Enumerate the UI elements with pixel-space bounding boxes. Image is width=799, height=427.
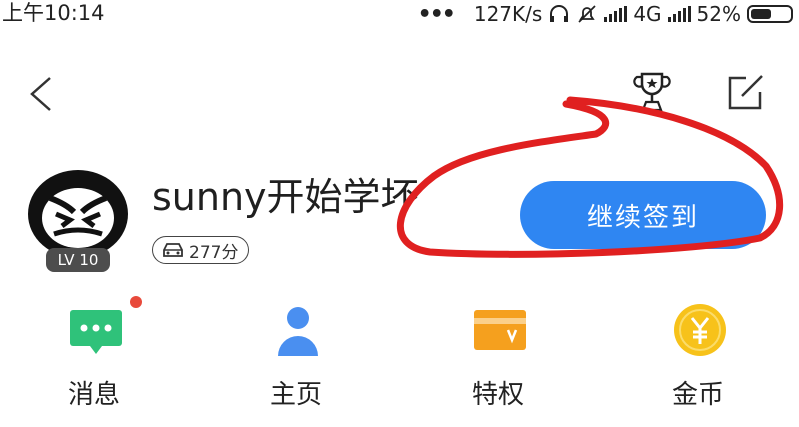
feature-label-coins: 金币	[671, 380, 724, 410]
trophy-icon[interactable]	[632, 70, 672, 114]
battery-fill	[751, 9, 771, 19]
signal-icon-2	[667, 6, 691, 22]
signal-icon	[604, 6, 628, 22]
feature-label-homepage: 主页	[269, 380, 322, 410]
more-notifications-icon: •••	[417, 1, 456, 27]
score-value: 277分	[189, 242, 239, 263]
battery-percent: 52%	[696, 2, 741, 26]
vip-card-icon	[474, 310, 526, 350]
net-speed: 127K/s	[473, 2, 543, 26]
message-icon	[70, 310, 122, 354]
car-icon	[163, 243, 183, 257]
back-icon[interactable]	[26, 74, 56, 114]
network-type: 4G	[633, 2, 662, 26]
person-icon	[278, 307, 318, 356]
feature-label-messages: 消息	[67, 380, 120, 410]
level-badge: LV 10	[46, 248, 110, 272]
status-bar: 上午10:14 ••• 127K/s 4G 52%	[0, 0, 799, 30]
score-badge[interactable]: 277分	[152, 236, 250, 264]
avatar[interactable]	[26, 168, 130, 260]
status-time: 上午10:14	[2, 1, 105, 25]
checkin-button[interactable]: 继续签到	[520, 181, 766, 249]
headphones-icon	[550, 5, 569, 22]
mute-bell-icon	[578, 5, 596, 23]
status-indicators: ••• 127K/s 4G 52%	[417, 1, 793, 27]
edit-icon[interactable]	[724, 72, 766, 114]
coin-icon	[674, 304, 726, 356]
feature-label-privileges: 特权	[471, 380, 524, 410]
battery-icon	[747, 5, 793, 23]
username: sunny开始学坏	[152, 175, 419, 219]
notification-badge	[130, 296, 142, 308]
